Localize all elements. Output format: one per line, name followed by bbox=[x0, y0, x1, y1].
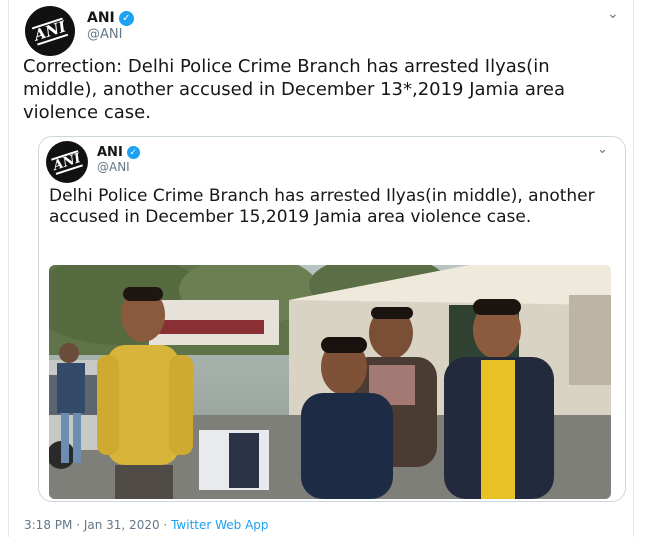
author-name[interactable]: ANI ✓ bbox=[87, 10, 134, 26]
tweet-source-link[interactable]: Twitter Web App bbox=[171, 518, 268, 532]
quoted-author-name-text: ANI bbox=[97, 145, 123, 160]
quoted-author-avatar: ANI bbox=[46, 141, 88, 183]
quoted-author-handle: @ANI bbox=[97, 160, 130, 174]
quoted-tweet[interactable]: ANI ANI ✓ @ANI ⌄ Delhi Police Crime Bran… bbox=[38, 136, 626, 502]
chevron-down-icon[interactable]: ⌄ bbox=[597, 142, 608, 157]
ani-logo: ANI bbox=[51, 149, 83, 175]
tweet-text: Correction: Delhi Police Crime Branch ha… bbox=[23, 56, 565, 123]
author-name-text: ANI bbox=[87, 10, 115, 26]
verified-badge-icon: ✓ bbox=[118, 10, 134, 26]
verified-badge-icon: ✓ bbox=[126, 146, 140, 159]
author-avatar[interactable]: ANI bbox=[25, 6, 75, 56]
footer-separator: · bbox=[76, 518, 81, 532]
photo-illustration bbox=[49, 265, 611, 499]
tweet-card: ANI ANI ✓ @ANI ⌄ Correction: Delhi Polic… bbox=[8, 0, 634, 537]
ani-logo: ANI bbox=[31, 16, 69, 46]
footer-separator: · bbox=[163, 518, 168, 532]
quoted-tweet-text: Delhi Police Crime Branch has arrested I… bbox=[49, 186, 595, 227]
author-handle[interactable]: @ANI bbox=[87, 27, 122, 42]
tweet-time[interactable]: 3:18 PM bbox=[24, 518, 72, 532]
tweet-photo[interactable] bbox=[49, 265, 611, 499]
tweet-date[interactable]: Jan 31, 2020 bbox=[84, 518, 160, 532]
quoted-author-name: ANI ✓ bbox=[97, 145, 140, 160]
tweet-footer: 3:18 PM · Jan 31, 2020 · Twitter Web App bbox=[24, 518, 269, 532]
chevron-down-icon[interactable]: ⌄ bbox=[607, 6, 619, 22]
